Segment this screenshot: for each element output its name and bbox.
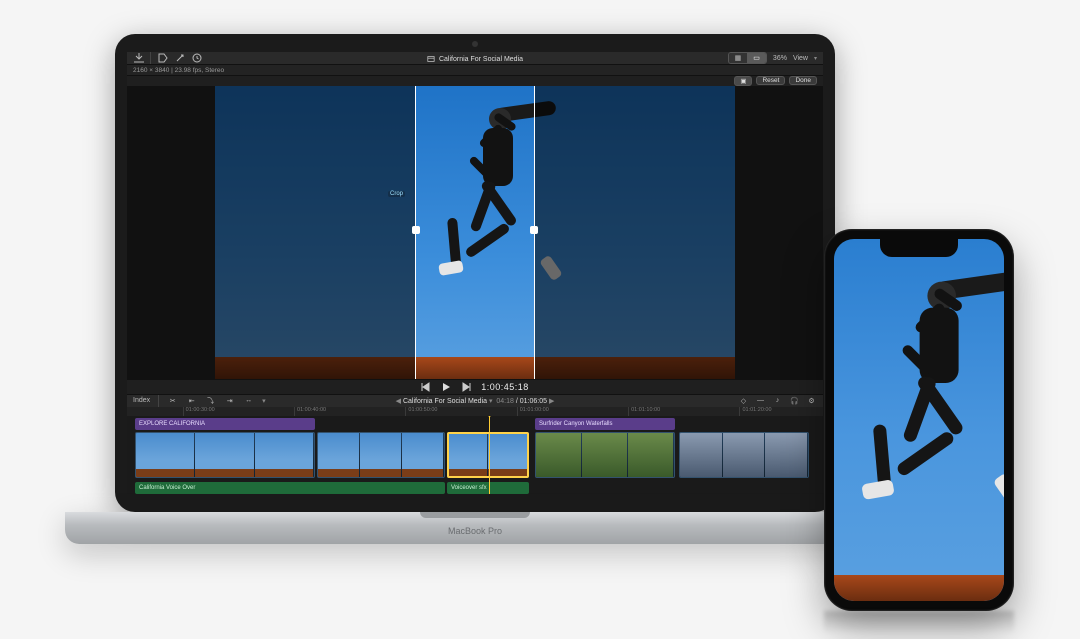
snapping-icon[interactable]: ◇ xyxy=(738,395,749,406)
timeline-settings-icon[interactable]: ⚙ xyxy=(806,395,817,406)
laptop-model-label: MacBook Pro xyxy=(65,526,885,536)
trim-tool-icon[interactable]: ✂ xyxy=(167,395,178,406)
clip-info-bar: 2160 × 3840 | 23.98 fps, Stereo xyxy=(127,65,823,75)
camera-dot xyxy=(472,41,478,47)
clock-icon[interactable] xyxy=(191,53,202,64)
crop-mode-label: Crop xyxy=(388,191,405,197)
import-icon[interactable] xyxy=(133,53,144,64)
crop-mask-left xyxy=(215,86,415,379)
zoom-level[interactable]: 36% xyxy=(773,55,787,62)
clip-format-info: 2160 × 3840 | 23.98 fps, Stereo xyxy=(133,67,224,74)
video-clip-selected[interactable]: surf at sunset xyxy=(447,432,529,478)
view-menu-chevron-icon[interactable]: ▾ xyxy=(814,55,817,62)
playback-bar: 1:00:45:18 xyxy=(127,379,823,394)
viewer-canvas-area: Crop xyxy=(127,86,823,379)
timeline-project-title[interactable]: ◀ California For Social Media ▾ 04:18 / … xyxy=(396,397,555,405)
audio-clip-voiceover[interactable]: California Voice Over xyxy=(135,482,445,494)
project-title: California For Social Media xyxy=(439,56,523,63)
done-button[interactable]: Done xyxy=(789,76,817,85)
append-tool-icon[interactable]: ⇤ xyxy=(186,395,197,406)
view-menu[interactable]: View xyxy=(793,55,808,62)
keyword-icon[interactable] xyxy=(157,53,168,64)
project-title-bar: California For Social Media xyxy=(427,55,523,63)
enhance-icon[interactable] xyxy=(174,53,185,64)
video-clip-group[interactable]: Caves xyxy=(679,432,809,478)
next-icon[interactable] xyxy=(461,382,471,392)
video-clip-group[interactable]: Jetty xyxy=(135,432,315,478)
iphone xyxy=(824,229,1014,611)
timeline-header: Index ✂ ⇤ ⤵ ⇥ ↔ ▾ ◀ California For Socia… xyxy=(127,394,823,407)
crop-mask-right xyxy=(535,86,735,379)
connect-tool-icon[interactable]: ⤵ xyxy=(205,395,216,406)
fcp-window: California For Social Media ▦ ▭ 36% View… xyxy=(127,52,823,494)
insert-tool-icon[interactable]: ⇥ xyxy=(224,395,235,406)
timeline-ruler[interactable]: 01:00:30:00 01:00:40:00 01:00:50:00 01:0… xyxy=(127,407,823,416)
title-clip[interactable]: Surfrider Canyon Waterfalls xyxy=(535,418,675,430)
view-mode-segment[interactable]: ▦ ▭ xyxy=(728,52,767,64)
crop-mode-button[interactable]: ▣ xyxy=(734,76,752,86)
timeline-playhead[interactable] xyxy=(489,416,490,494)
prev-icon[interactable] xyxy=(421,382,431,392)
project-icon xyxy=(427,55,435,63)
audio-clip-voiceover[interactable]: Voiceover sfx xyxy=(447,482,529,494)
laptop-base: MacBook Pro xyxy=(65,512,885,544)
arrow-tool-icon[interactable]: ↔ xyxy=(243,395,254,406)
video-clip-group[interactable]: Surfrider Canyon surf clip 360 xyxy=(535,432,675,478)
play-icon[interactable] xyxy=(441,382,451,392)
viewer-controls-bar: ▣ Reset Done xyxy=(127,76,823,86)
crop-frame[interactable]: Crop xyxy=(415,86,535,379)
skim-icon[interactable]: — xyxy=(755,395,766,406)
phone-screen xyxy=(834,239,1004,601)
reset-button[interactable]: Reset xyxy=(756,76,785,85)
phone-runner-figure xyxy=(852,279,1004,601)
list-view[interactable]: ▭ xyxy=(747,53,766,63)
playback-timecode: 1:00:45:18 xyxy=(481,382,529,392)
phone-notch xyxy=(880,239,958,257)
video-clip-group[interactable]: Beach xyxy=(317,432,445,478)
solo-icon[interactable]: 🎧 xyxy=(789,395,800,406)
viewer-canvas[interactable]: Crop xyxy=(215,86,735,379)
filmstrip-view[interactable]: ▦ xyxy=(729,53,748,63)
laptop-bezel: California For Social Media ▦ ▭ 36% View… xyxy=(115,34,835,512)
phone-reflection xyxy=(824,611,1014,633)
title-clip[interactable]: EXPLORE CALIFORNIA xyxy=(135,418,315,430)
app-toolbar: California For Social Media ▦ ▭ 36% View… xyxy=(127,52,823,65)
audio-skim-icon[interactable]: ♪ xyxy=(772,395,783,406)
timeline-tracks[interactable]: EXPLORE CALIFORNIA Surfrider Canyon Wate… xyxy=(127,416,823,494)
crop-handle-right[interactable] xyxy=(530,226,538,234)
macbook-pro: California For Social Media ▦ ▭ 36% View… xyxy=(115,34,835,544)
crop-handle-left[interactable] xyxy=(412,226,420,234)
timeline-index-button[interactable]: Index xyxy=(133,397,150,404)
